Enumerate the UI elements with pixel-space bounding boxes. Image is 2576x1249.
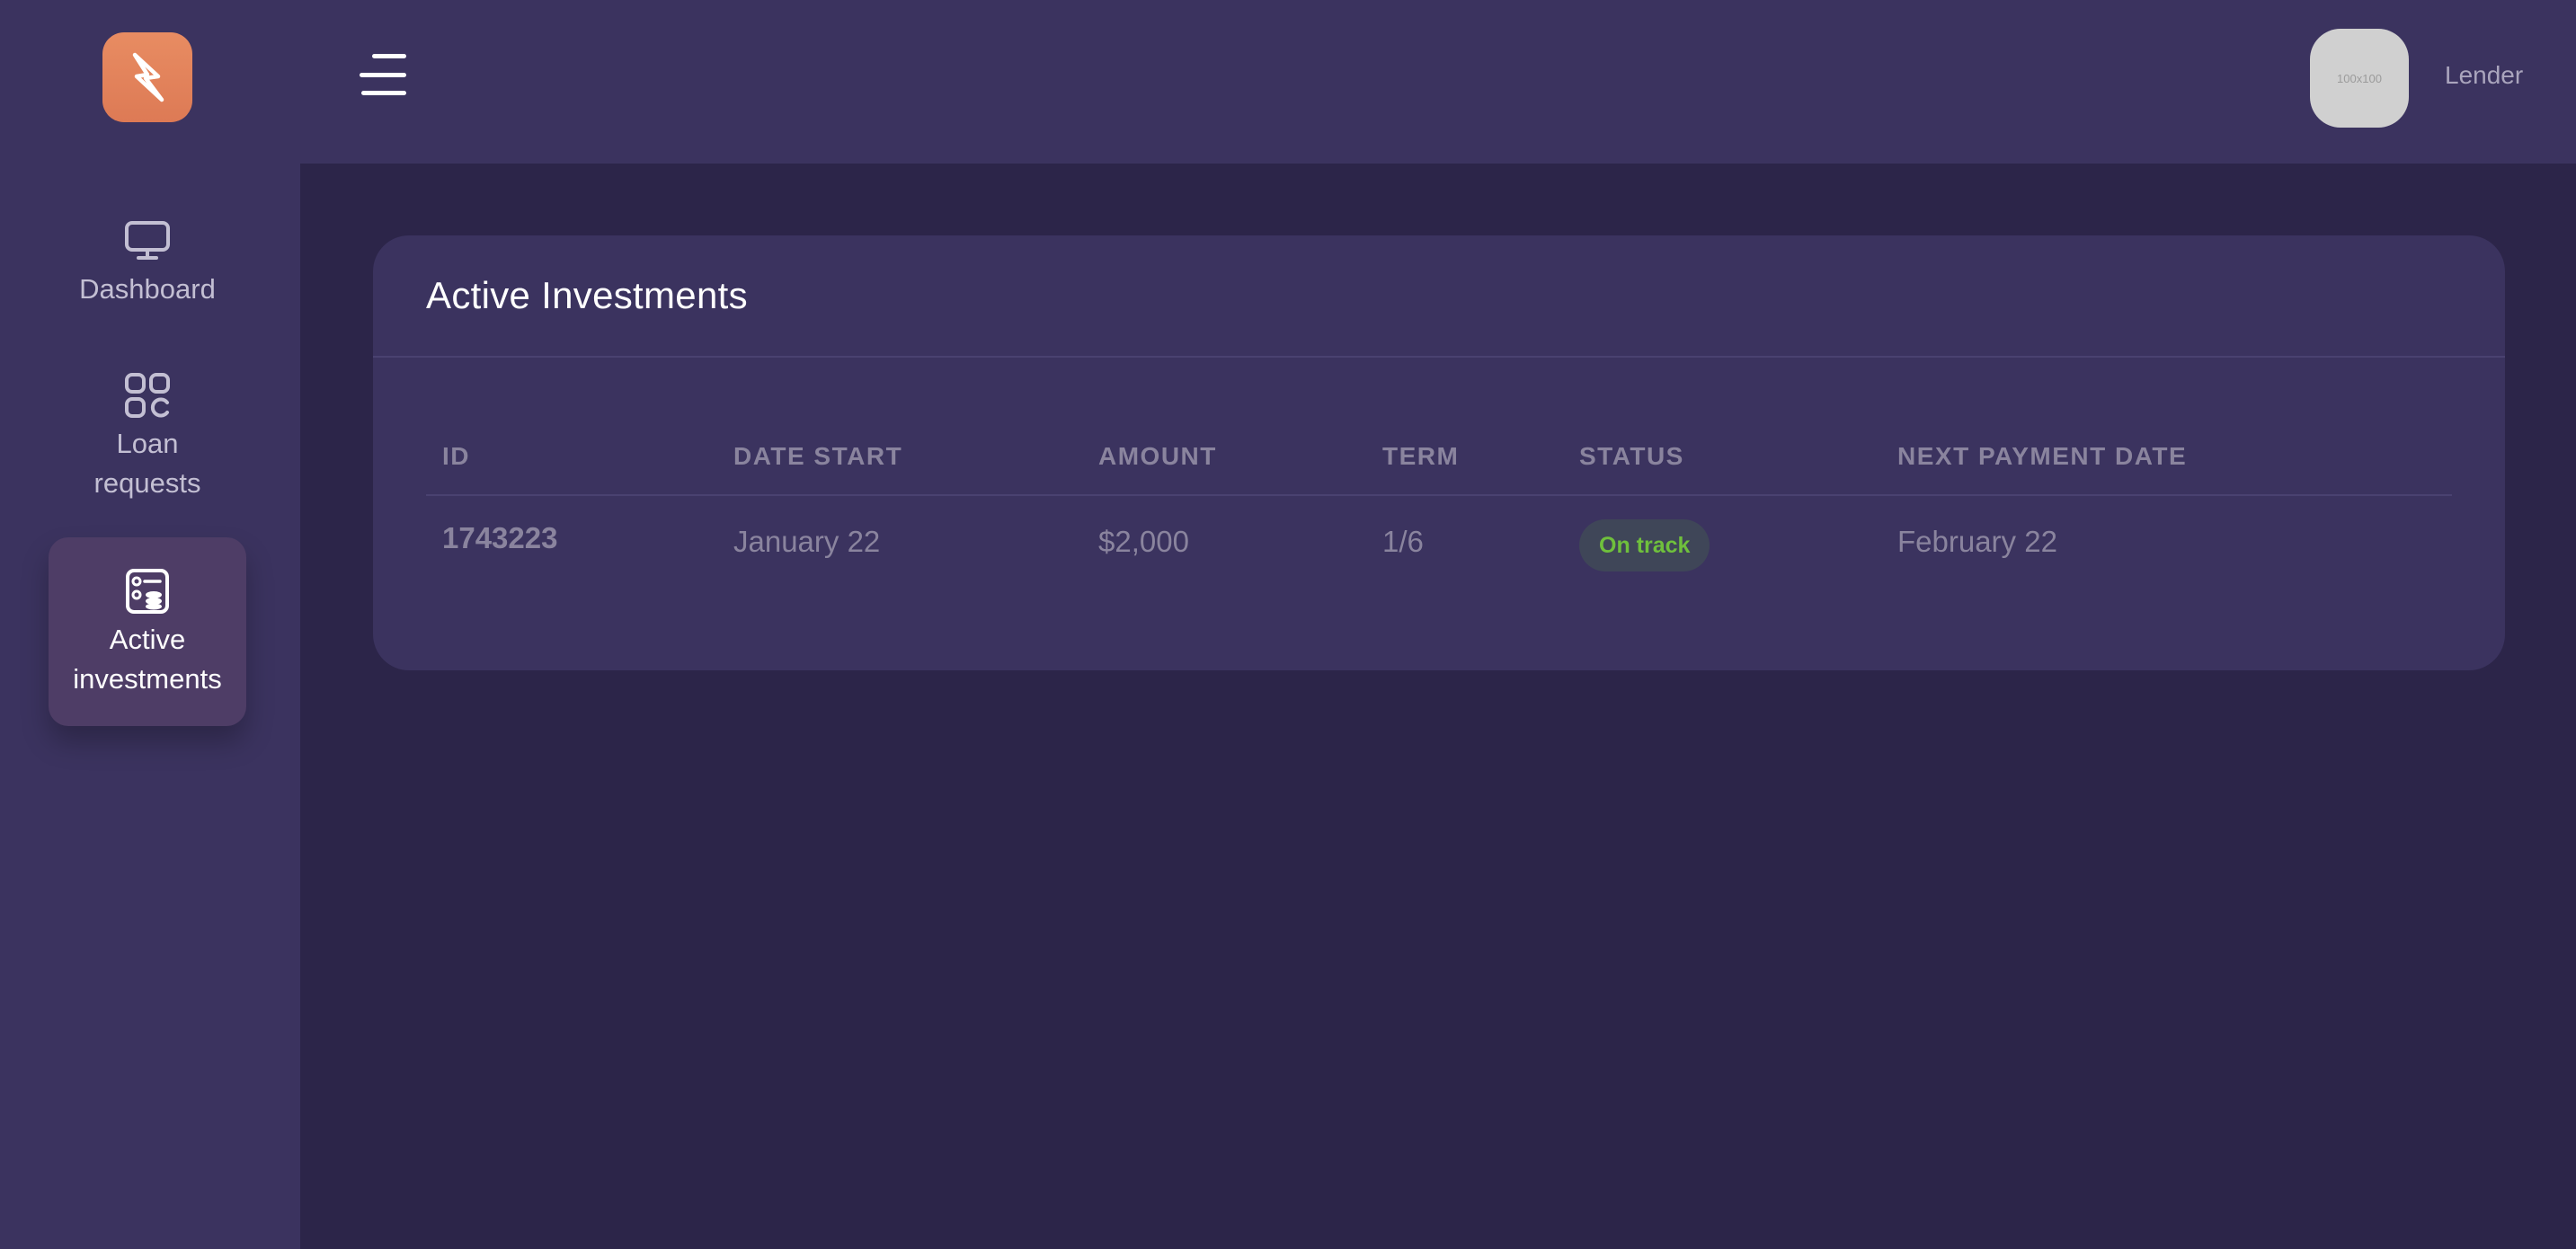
sidebar-item-label: Dashboard	[79, 273, 216, 305]
card-header: Active Investments	[373, 235, 2505, 358]
column-header-next-payment-date[interactable]: NEXT PAYMENT DATE	[1897, 442, 2187, 471]
page-title: Active Investments	[426, 274, 748, 316]
cell-date-start: January 22	[733, 525, 881, 558]
investments-table: ID DATE START AMOUNT TERM STATUS NEXT PA…	[426, 424, 2452, 586]
avatar-placeholder-text: 100x100	[2337, 71, 2382, 85]
sidebar-item-label: Active investments	[73, 624, 222, 695]
table-row[interactable]: 1743223 January 22 $2,000 1/6 On track F…	[426, 496, 2452, 586]
cell-next-payment-date: February 22	[1897, 525, 2057, 558]
sidebar-item-loan-requests[interactable]: Loan requests	[49, 368, 246, 512]
column-header-id[interactable]: ID	[442, 442, 470, 471]
top-bar: 100x100 Lender	[300, 0, 2576, 164]
cell-id: 1743223	[442, 521, 558, 554]
user-role-label[interactable]: Lender	[2445, 61, 2523, 90]
table-header-row: ID DATE START AMOUNT TERM STATUS NEXT PA…	[426, 424, 2452, 496]
grid-icon	[124, 368, 171, 422]
cell-term: 1/6	[1382, 525, 1424, 558]
cell-amount: $2,000	[1098, 525, 1189, 558]
monitor-icon	[124, 214, 171, 268]
status-badge: On track	[1579, 519, 1710, 571]
sidebar-item-active-investments[interactable]: Active investments	[49, 537, 246, 726]
lightning-icon	[132, 52, 164, 102]
investments-icon	[125, 564, 170, 618]
app-logo[interactable]	[102, 32, 192, 122]
avatar[interactable]: 100x100	[2310, 29, 2409, 128]
menu-icon[interactable]	[356, 54, 406, 95]
column-header-term[interactable]: TERM	[1382, 442, 1459, 471]
investments-card: Active Investments ID DATE START AMOUNT …	[373, 235, 2505, 670]
column-header-date-start[interactable]: DATE START	[733, 442, 902, 471]
column-header-amount[interactable]: AMOUNT	[1098, 442, 1217, 471]
sidebar-item-label: Loan requests	[93, 428, 201, 499]
column-header-status[interactable]: STATUS	[1579, 442, 1684, 471]
sidebar: Dashboard Loan requests Active investmen…	[0, 0, 300, 1249]
sidebar-item-dashboard[interactable]: Dashboard	[49, 214, 246, 313]
